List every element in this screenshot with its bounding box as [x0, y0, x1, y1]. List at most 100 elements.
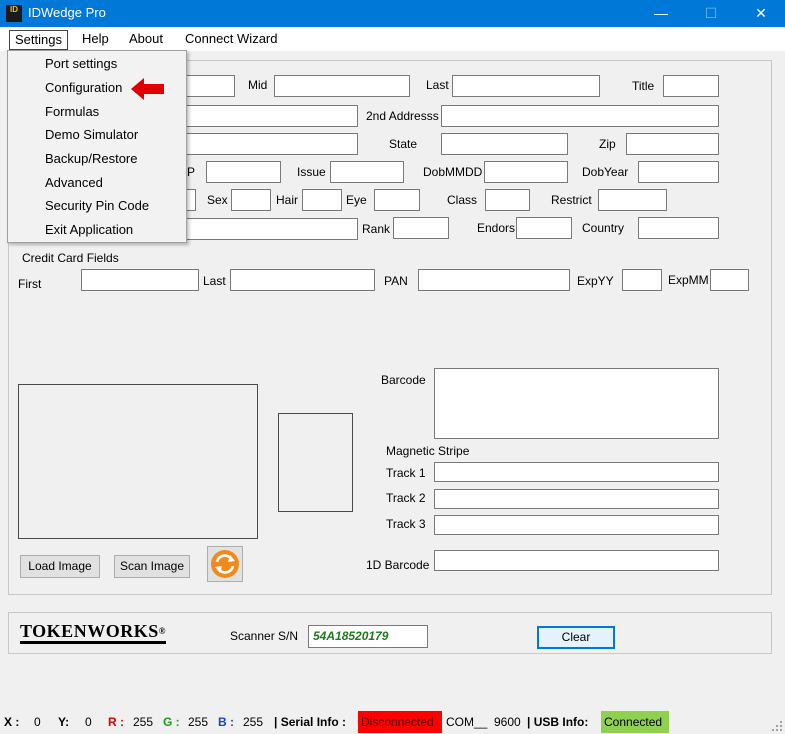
cc-expmm-field[interactable] — [710, 269, 749, 291]
menu-item-configuration[interactable]: Configuration — [45, 80, 122, 95]
rank-field[interactable] — [393, 217, 449, 239]
class-field[interactable] — [485, 189, 530, 211]
scan-image-button[interactable]: Scan Image — [114, 555, 190, 578]
cc-pan-field[interactable] — [418, 269, 570, 291]
class-label: Class — [447, 193, 478, 207]
cc-last-field[interactable] — [230, 269, 375, 291]
baud-rate: 9600 — [494, 715, 521, 729]
dobmmdd-field[interactable] — [484, 161, 568, 183]
address2-label: 2nd Addresss — [366, 109, 439, 123]
barcode-1d-field[interactable] — [434, 550, 719, 571]
last-field[interactable] — [452, 75, 600, 97]
serial-info-label: | Serial Info : — [274, 715, 347, 729]
restrict-label: Restrict — [551, 193, 592, 207]
menu-item-security-pin-code[interactable]: Security Pin Code — [45, 198, 149, 213]
menu-bar: Settings Help About Connect Wizard — [0, 27, 785, 51]
track3-label: Track 3 — [386, 517, 426, 531]
sex-label: Sex — [207, 193, 228, 207]
address-field[interactable] — [185, 105, 358, 127]
barcode-1d-label: 1D Barcode — [366, 558, 430, 572]
maximize-button[interactable]: ☐ — [688, 0, 734, 27]
g-value: 255 — [188, 715, 209, 729]
mid-label: Mid — [248, 78, 268, 92]
app-icon: ID — [6, 5, 22, 22]
country-field[interactable] — [638, 217, 719, 239]
tokenworks-logo: TOKENWORKS® — [20, 622, 166, 644]
menu-help[interactable]: Help — [77, 30, 114, 50]
y-value: 0 — [85, 715, 92, 729]
first-name-field[interactable] — [185, 75, 235, 97]
x-value: 0 — [34, 715, 41, 729]
country-label: Country — [582, 221, 625, 235]
mid-field[interactable] — [274, 75, 410, 97]
eye-field[interactable] — [374, 189, 420, 211]
photo-image-box — [18, 384, 258, 539]
exp-field[interactable] — [206, 161, 281, 183]
sex-field[interactable] — [231, 189, 271, 211]
hair-field[interactable] — [302, 189, 342, 211]
last-label: Last — [426, 78, 449, 92]
title-field[interactable] — [663, 75, 719, 97]
issue-field[interactable] — [330, 161, 404, 183]
tokenworks-logo-text: TOKENWORKS — [20, 621, 159, 641]
dobyear-field[interactable] — [638, 161, 719, 183]
track2-field[interactable] — [434, 489, 719, 509]
refresh-icon — [211, 550, 239, 578]
barcode-field[interactable] — [434, 368, 719, 439]
load-image-button[interactable]: Load Image — [20, 555, 100, 578]
cc-expyy-label: ExpYY — [577, 274, 614, 288]
x-label: X : — [4, 715, 20, 729]
issue-label: Issue — [297, 165, 326, 179]
red-arrow-pointer — [131, 78, 164, 100]
refresh-button[interactable] — [207, 546, 243, 582]
cc-expyy-field[interactable] — [622, 269, 662, 291]
rank-label: Rank — [362, 222, 391, 236]
zip-label: Zip — [599, 137, 616, 151]
com-port: COM__ — [446, 715, 488, 729]
title-label: Title — [632, 79, 655, 93]
minimize-button[interactable]: — — [638, 0, 684, 27]
hair-label: Hair — [276, 193, 299, 207]
track2-label: Track 2 — [386, 491, 426, 505]
menu-item-backup-restore[interactable]: Backup/Restore — [45, 151, 138, 166]
eye-label: Eye — [346, 193, 367, 207]
menu-settings[interactable]: Settings — [9, 30, 68, 50]
name-suffix-field[interactable] — [185, 218, 358, 240]
resize-grip-icon[interactable] — [771, 720, 783, 732]
menu-item-demo-simulator[interactable]: Demo Simulator — [45, 127, 138, 142]
menu-item-port-settings[interactable]: Port settings — [45, 56, 117, 71]
menu-connect-wizard[interactable]: Connect Wizard — [180, 30, 282, 50]
track1-field[interactable] — [434, 462, 719, 482]
endors-field[interactable] — [516, 217, 572, 239]
title-bar: ID IDWedge Pro — ☐ ✕ — [0, 0, 785, 27]
signature-image-box — [278, 413, 353, 512]
cc-expmm-label: ExpMM — [668, 273, 709, 287]
address2-field[interactable] — [441, 105, 719, 127]
zip-field[interactable] — [626, 133, 719, 155]
b-value: 255 — [243, 715, 264, 729]
track1-label: Track 1 — [386, 466, 426, 480]
restrict-field[interactable] — [598, 189, 667, 211]
menu-item-formulas[interactable]: Formulas — [45, 104, 99, 119]
city-field[interactable] — [185, 133, 358, 155]
dobmmdd-label: DobMMDD — [423, 165, 483, 179]
cc-first-field[interactable] — [81, 269, 199, 291]
clear-button[interactable]: Clear — [537, 626, 615, 649]
menu-item-exit-application[interactable]: Exit Application — [45, 222, 133, 237]
scanner-sn-field[interactable]: 54A18520179 — [308, 625, 428, 648]
barcode-label: Barcode — [381, 373, 426, 387]
state-field[interactable] — [441, 133, 568, 155]
menu-item-advanced[interactable]: Advanced — [45, 175, 103, 190]
track3-field[interactable] — [434, 515, 719, 535]
cc-first-label: First — [18, 277, 42, 291]
usb-status-badge: Connected — [601, 711, 669, 733]
serial-status-badge: Disconnected — [358, 711, 442, 733]
close-button[interactable]: ✕ — [738, 0, 784, 27]
status-bar: X : 0 Y: 0 R : 255 G : 255 B : 255 | Ser… — [0, 711, 785, 734]
state-label: State — [389, 137, 418, 151]
menu-about[interactable]: About — [124, 30, 168, 50]
endors-label: Endors — [477, 221, 516, 235]
registered-mark: ® — [158, 626, 166, 636]
magnetic-stripe-label: Magnetic Stripe — [386, 444, 470, 458]
r-value: 255 — [133, 715, 154, 729]
